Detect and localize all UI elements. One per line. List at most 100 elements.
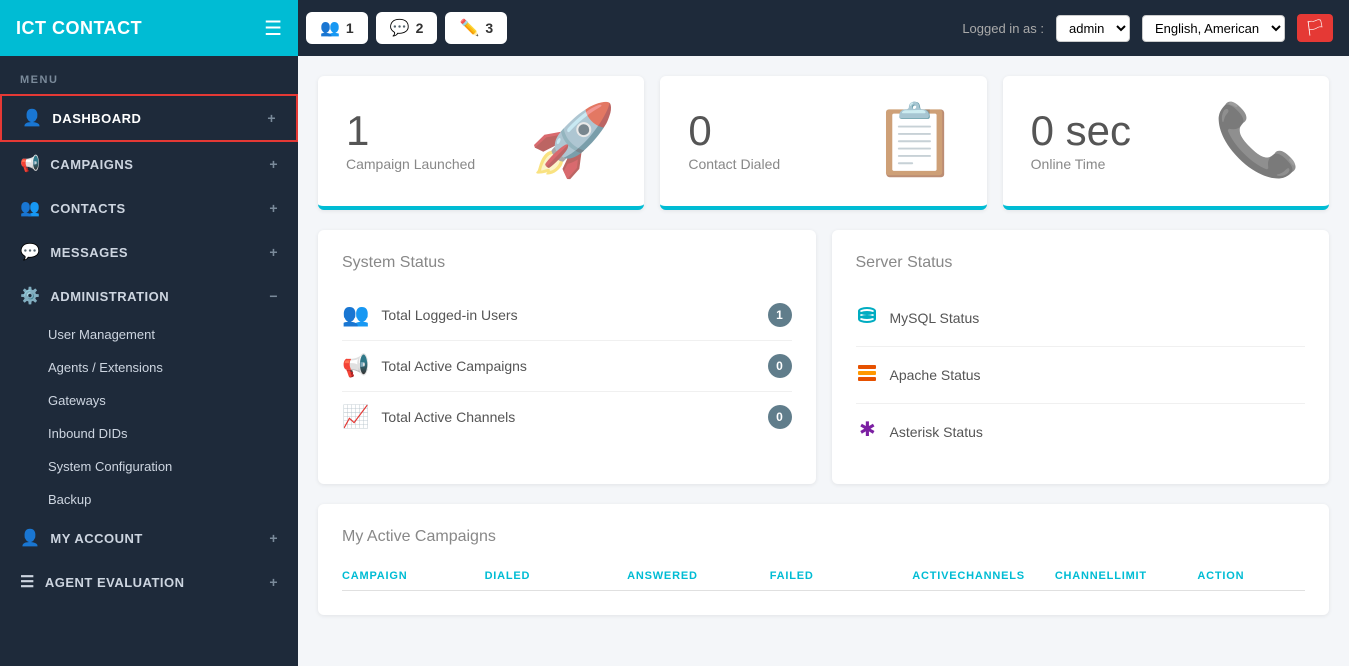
sidebar-item-agent-evaluation[interactable]: ☰ AGENT EVALUATION + bbox=[0, 560, 298, 604]
sidebar: MENU 👤 DASHBOARD + 📢 CAMPAIGNS + 👥 CONTA… bbox=[0, 56, 298, 666]
sidebar-sub-backup[interactable]: Backup bbox=[0, 483, 298, 516]
sidebar-item-label-agent-evaluation: AGENT EVALUATION bbox=[45, 575, 185, 590]
header-right: Logged in as : admin English, American 🏳 bbox=[962, 14, 1333, 42]
campaigns-sidebar-icon: 📢 bbox=[20, 154, 40, 174]
phone-icon: 📞 bbox=[1214, 100, 1301, 182]
sidebar-item-my-account[interactable]: 👤 MY ACCOUNT + bbox=[0, 516, 298, 560]
apache-icon bbox=[856, 361, 878, 389]
tab-button-3[interactable]: ✏️ 3 bbox=[445, 12, 507, 44]
main-layout: MENU 👤 DASHBOARD + 📢 CAMPAIGNS + 👥 CONTA… bbox=[0, 56, 1349, 666]
status-row-active-channels: 📈 Total Active Channels 0 bbox=[342, 392, 792, 442]
agent-evaluation-plus-icon: + bbox=[269, 574, 278, 590]
server-status-title: Server Status bbox=[856, 254, 1306, 272]
sidebar-item-label-contacts: CONTACTS bbox=[50, 201, 125, 216]
inbound-dids-label: Inbound DIDs bbox=[48, 426, 128, 441]
administration-minus-icon: − bbox=[269, 288, 278, 304]
th-answered: ANSWERED bbox=[627, 570, 762, 582]
campaign-launched-label: Campaign Launched bbox=[346, 156, 475, 172]
hamburger-icon[interactable]: ☰ bbox=[264, 16, 282, 41]
system-configuration-label: System Configuration bbox=[48, 459, 172, 474]
flag-icon: 🏳 bbox=[1305, 18, 1325, 38]
sidebar-item-messages[interactable]: 💬 MESSAGES + bbox=[0, 230, 298, 274]
user-select[interactable]: admin bbox=[1056, 15, 1130, 42]
tab-button-1[interactable]: 👥 1 bbox=[306, 12, 368, 44]
top-header: ICT CONTACT ☰ 👥 1 💬 2 ✏️ 3 Logged in as … bbox=[0, 0, 1349, 56]
sidebar-item-dashboard[interactable]: 👤 DASHBOARD + bbox=[0, 94, 298, 142]
tab-number-2: 2 bbox=[416, 20, 424, 36]
my-account-plus-icon: + bbox=[269, 530, 278, 546]
sidebar-item-label-messages: MESSAGES bbox=[50, 245, 128, 260]
tab-button-2[interactable]: 💬 2 bbox=[376, 12, 438, 44]
tab-number-1: 1 bbox=[346, 20, 354, 36]
logged-in-users-label: Total Logged-in Users bbox=[381, 307, 755, 323]
administration-icon: ⚙️ bbox=[20, 286, 40, 306]
asterisk-icon: ✱ bbox=[856, 418, 878, 446]
server-row-asterisk: ✱ Asterisk Status bbox=[856, 404, 1306, 460]
mysql-icon bbox=[856, 304, 878, 332]
svg-text:✱: ✱ bbox=[859, 419, 876, 440]
th-action: ACTION bbox=[1197, 570, 1305, 582]
sidebar-sub-user-management[interactable]: User Management bbox=[0, 318, 298, 351]
sidebar-item-label-dashboard: DASHBOARD bbox=[52, 111, 141, 126]
sidebar-sub-gateways[interactable]: Gateways bbox=[0, 384, 298, 417]
contacts-plus-icon: + bbox=[269, 200, 278, 216]
dashboard-icon: 👤 bbox=[22, 108, 42, 128]
campaign-launched-number: 1 bbox=[346, 110, 475, 152]
mysql-status-label: MySQL Status bbox=[890, 310, 980, 326]
sidebar-sub-inbound-dids[interactable]: Inbound DIDs bbox=[0, 417, 298, 450]
server-status-panel: Server Status MySQL Status bbox=[832, 230, 1330, 484]
sidebar-item-contacts[interactable]: 👥 CONTACTS + bbox=[0, 186, 298, 230]
campaigns-status-icon: 📢 bbox=[342, 353, 369, 379]
campaigns-plus-icon: + bbox=[269, 156, 278, 172]
th-channellimit: CHANNELLIMIT bbox=[1055, 570, 1190, 582]
panels-row: System Status 👥 Total Logged-in Users 1 … bbox=[318, 230, 1329, 484]
active-channels-label: Total Active Channels bbox=[381, 409, 755, 425]
sidebar-item-label-campaigns: CAMPAIGNS bbox=[50, 157, 133, 172]
flag-button[interactable]: 🏳 bbox=[1297, 14, 1333, 42]
user-management-label: User Management bbox=[48, 327, 155, 342]
logged-in-label: Logged in as : bbox=[962, 21, 1044, 36]
content-area: 1 Campaign Launched 🚀 0 Contact Dialed 📋… bbox=[298, 56, 1349, 666]
table-header-row: CAMPAIGN DIALED ANSWERED FAILED ACTIVECH… bbox=[342, 562, 1305, 591]
sidebar-sub-agents-extensions[interactable]: Agents / Extensions bbox=[0, 351, 298, 384]
stat-text-contact: 0 Contact Dialed bbox=[688, 110, 780, 172]
logged-in-users-badge: 1 bbox=[768, 303, 792, 327]
agent-evaluation-icon: ☰ bbox=[20, 572, 35, 592]
brand-area: ICT CONTACT ☰ bbox=[0, 0, 298, 56]
messages-sidebar-icon: 💬 bbox=[20, 242, 40, 262]
th-activechannels: ACTIVECHANNELS bbox=[912, 570, 1047, 582]
stat-text-campaign: 1 Campaign Launched bbox=[346, 110, 475, 172]
channels-status-icon: 📈 bbox=[342, 404, 369, 430]
stat-text-online: 0 sec Online Time bbox=[1031, 110, 1131, 172]
status-row-logged-in-users: 👥 Total Logged-in Users 1 bbox=[342, 290, 792, 341]
server-row-apache: Apache Status bbox=[856, 347, 1306, 404]
active-channels-badge: 0 bbox=[768, 405, 792, 429]
server-row-mysql: MySQL Status bbox=[856, 290, 1306, 347]
sidebar-item-label-administration: ADMINISTRATION bbox=[50, 289, 169, 304]
contacts-sidebar-icon: 👥 bbox=[20, 198, 40, 218]
agents-extensions-label: Agents / Extensions bbox=[48, 360, 163, 375]
sidebar-item-label-my-account: MY ACCOUNT bbox=[50, 531, 142, 546]
language-select[interactable]: English, American bbox=[1142, 15, 1285, 42]
system-status-title: System Status bbox=[342, 254, 792, 272]
sidebar-sub-system-configuration[interactable]: System Configuration bbox=[0, 450, 298, 483]
brand-title: ICT CONTACT bbox=[16, 18, 142, 39]
active-campaigns-badge: 0 bbox=[768, 354, 792, 378]
stat-card-contact-dialed: 0 Contact Dialed 📋 bbox=[660, 76, 986, 210]
sidebar-item-campaigns[interactable]: 📢 CAMPAIGNS + bbox=[0, 142, 298, 186]
stats-row: 1 Campaign Launched 🚀 0 Contact Dialed 📋… bbox=[318, 76, 1329, 210]
online-time-label: Online Time bbox=[1031, 156, 1131, 172]
sidebar-item-administration[interactable]: ⚙️ ADMINISTRATION − bbox=[0, 274, 298, 318]
backup-label: Backup bbox=[48, 492, 91, 507]
tab-number-3: 3 bbox=[485, 20, 493, 36]
users-status-icon: 👥 bbox=[342, 302, 369, 328]
stat-card-campaign-launched: 1 Campaign Launched 🚀 bbox=[318, 76, 644, 210]
menu-label: MENU bbox=[0, 56, 298, 94]
apache-status-label: Apache Status bbox=[890, 367, 981, 383]
edit-tab-icon: ✏️ bbox=[459, 18, 479, 38]
my-account-icon: 👤 bbox=[20, 528, 40, 548]
system-status-panel: System Status 👥 Total Logged-in Users 1 … bbox=[318, 230, 816, 484]
campaigns-section-title: My Active Campaigns bbox=[342, 528, 1305, 546]
th-campaign: CAMPAIGN bbox=[342, 570, 477, 582]
th-failed: FAILED bbox=[770, 570, 905, 582]
